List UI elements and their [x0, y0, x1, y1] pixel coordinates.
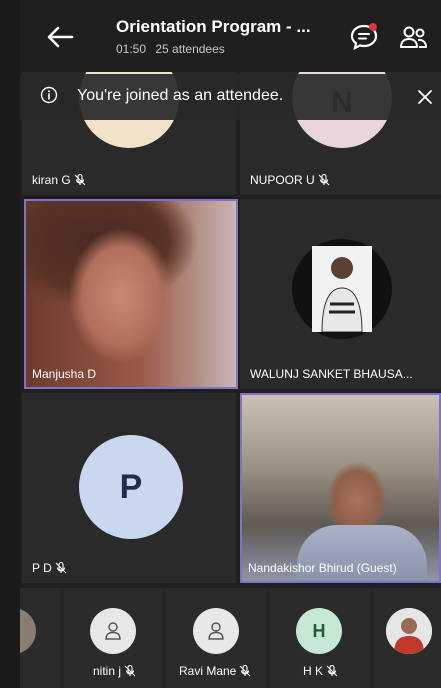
participant-tile-pd[interactable]: P P D — [22, 393, 236, 583]
participant-name: P D — [32, 561, 67, 575]
profile-photo — [312, 246, 372, 332]
avatar — [292, 239, 392, 339]
participant-strip[interactable]: nitin j Ravi Mane H H K — [20, 588, 441, 688]
participant-tile-walunj[interactable]: WALUNJ SANKET BHAUSA... — [240, 199, 441, 389]
strip-participant-hk[interactable]: H H K — [270, 588, 370, 688]
banner-message: You're joined as an attendee. — [77, 87, 284, 104]
participant-name: Ravi Mane — [179, 664, 251, 678]
meeting-title: Orientation Program - ... — [116, 17, 311, 36]
strip-participant-0[interactable] — [20, 588, 60, 688]
attendee-count: 25 attendees — [155, 42, 225, 56]
meeting-duration: 01:50 — [116, 42, 147, 56]
participant-name: WALUNJ SANKET BHAUSA... — [250, 367, 413, 381]
meeting-header: Orientation Program - ... 01:50 25 atten… — [20, 0, 441, 72]
meeting-info: 01:50 25 attendees — [116, 42, 231, 56]
participant-name: NUPOOR U — [250, 173, 330, 187]
participant-name: H K — [303, 664, 338, 678]
mic-off-icon — [55, 562, 67, 574]
participant-video — [26, 201, 236, 387]
chat-bubble-icon — [350, 23, 378, 51]
avatar: P — [79, 435, 183, 539]
participant-tile-manjusha[interactable]: Manjusha D — [24, 199, 238, 389]
avatar — [193, 608, 239, 654]
joined-banner: You're joined as an attendee. — [20, 74, 441, 120]
info-icon — [40, 86, 58, 104]
avatar — [386, 608, 432, 654]
chat-button[interactable] — [347, 20, 381, 54]
profile-photo — [386, 608, 432, 654]
strip-participant-nitin[interactable]: nitin j — [64, 588, 162, 688]
mic-off-icon — [124, 665, 136, 677]
people-icon — [400, 26, 427, 48]
back-button[interactable] — [42, 22, 82, 52]
chat-badge — [369, 23, 377, 31]
mic-off-icon — [239, 665, 251, 677]
participant-name: kiran G — [32, 173, 86, 187]
avatar: H — [296, 608, 342, 654]
avatar — [20, 608, 36, 654]
participant-name: Manjusha D — [32, 367, 97, 381]
avatar — [90, 608, 136, 654]
strip-participant-4[interactable] — [374, 588, 441, 688]
arrow-left-icon — [47, 26, 74, 48]
person-icon — [208, 622, 224, 640]
participant-name: nitin j — [93, 664, 136, 678]
mic-off-icon — [326, 665, 338, 677]
person-icon — [105, 622, 121, 640]
mic-off-icon — [74, 174, 86, 186]
strip-participant-ravi[interactable]: Ravi Mane — [166, 588, 266, 688]
close-icon[interactable] — [416, 88, 434, 106]
meeting-screen: Orientation Program - ... 01:50 25 atten… — [20, 0, 441, 688]
participant-name: Nandakishor Bhirud (Guest) — [248, 561, 397, 575]
participant-tile-nandakishor[interactable]: Nandakishor Bhirud (Guest) — [240, 393, 441, 583]
mic-off-icon — [318, 174, 330, 186]
participant-video — [242, 395, 439, 581]
participants-button[interactable] — [398, 22, 430, 54]
